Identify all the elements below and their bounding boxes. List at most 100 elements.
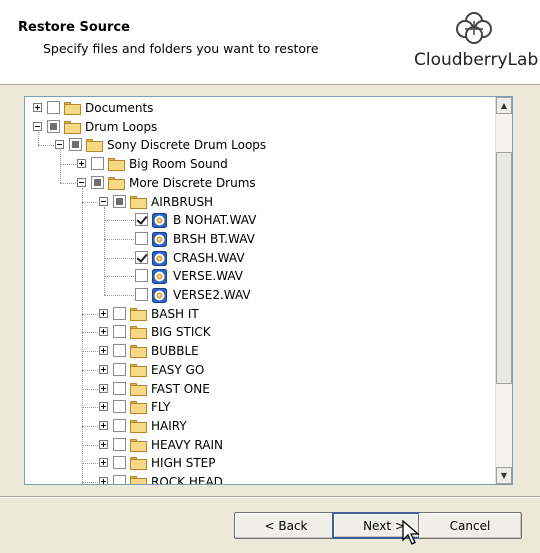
tree-row[interactable]: AIRBRUSH bbox=[25, 193, 496, 211]
tree-row[interactable]: HAIRY bbox=[25, 417, 496, 435]
tree-connector-line bbox=[104, 257, 134, 259]
item-checkbox[interactable] bbox=[113, 437, 126, 451]
expand-icon[interactable] bbox=[33, 103, 42, 112]
vertical-scrollbar[interactable]: ▲ ▼ bbox=[495, 97, 512, 484]
tree-item-label: CRASH.WAV bbox=[173, 250, 245, 265]
expand-icon[interactable] bbox=[99, 383, 108, 393]
tree-row[interactable]: CRASH.WAV bbox=[25, 249, 496, 267]
tree-row[interactable]: VERSE2.WAV bbox=[25, 286, 496, 304]
folder-icon bbox=[130, 457, 147, 471]
folder-icon bbox=[130, 419, 147, 433]
tree-row[interactable]: ROCK HEAD bbox=[25, 473, 496, 484]
tree-row[interactable]: More Discrete Drums bbox=[25, 174, 496, 192]
item-checkbox[interactable] bbox=[91, 175, 104, 189]
item-checkbox[interactable] bbox=[113, 418, 126, 432]
item-checkbox[interactable] bbox=[47, 101, 60, 114]
audio-file-icon bbox=[152, 213, 167, 229]
item-checkbox[interactable] bbox=[47, 119, 60, 133]
logo-text: CloudberryLab bbox=[414, 50, 539, 70]
expand-icon[interactable] bbox=[99, 308, 108, 318]
audio-file-icon bbox=[152, 250, 167, 266]
item-checkbox[interactable] bbox=[113, 344, 126, 358]
expand-icon[interactable] bbox=[99, 402, 108, 412]
folder-icon bbox=[86, 139, 103, 153]
collapse-icon[interactable] bbox=[77, 177, 86, 187]
collapse-icon[interactable] bbox=[99, 196, 108, 206]
tree-row[interactable]: FAST ONE bbox=[25, 380, 496, 398]
tree-row[interactable]: Sony Discrete Drum Loops bbox=[25, 136, 496, 154]
folder-icon bbox=[130, 438, 147, 452]
expand-icon[interactable] bbox=[99, 458, 108, 468]
tree-row[interactable]: FLY bbox=[25, 398, 496, 416]
restore-tree-panel: Documents Drum Loops Sony Discrete Drum Lo… bbox=[24, 96, 513, 485]
folder-icon bbox=[64, 120, 81, 134]
tree-row[interactable]: BASH IT bbox=[25, 305, 496, 323]
item-checkbox[interactable] bbox=[113, 381, 126, 395]
folder-icon bbox=[130, 307, 147, 321]
tree-connector-line bbox=[104, 238, 134, 240]
tree-item-label: VERSE.WAV bbox=[173, 269, 244, 284]
page-subtitle: Specify files and folders you want to re… bbox=[43, 41, 319, 56]
tree-row[interactable]: Big Room Sound bbox=[25, 155, 496, 173]
item-checkbox[interactable] bbox=[135, 231, 148, 245]
cloud-logo-icon bbox=[456, 12, 492, 44]
scroll-thumb[interactable] bbox=[496, 152, 512, 384]
expand-icon[interactable] bbox=[99, 477, 108, 484]
folder-icon bbox=[108, 176, 125, 190]
item-checkbox[interactable] bbox=[113, 306, 126, 320]
tree-item-label: BASH IT bbox=[151, 306, 199, 321]
folder-icon bbox=[130, 345, 147, 359]
tree-item-label: Sony Discrete Drum Loops bbox=[107, 138, 267, 153]
collapse-icon[interactable] bbox=[55, 140, 64, 150]
audio-file-icon bbox=[152, 269, 167, 285]
tree-item-label: BRSH BT.WAV bbox=[173, 231, 255, 246]
expand-icon[interactable] bbox=[99, 346, 108, 356]
item-checkbox[interactable] bbox=[113, 475, 126, 484]
tree-row[interactable]: BUBBLE bbox=[25, 342, 496, 360]
tree-row[interactable]: HIGH STEP bbox=[25, 454, 496, 472]
tree-item-label: More Discrete Drums bbox=[129, 175, 256, 190]
file-tree: Documents Drum Loops Sony Discrete Drum Lo… bbox=[25, 97, 496, 484]
wizard-header: Restore Source Specify files and folders… bbox=[0, 0, 540, 85]
tree-item-label: VERSE2.WAV bbox=[173, 288, 251, 302]
tree-row[interactable]: BIG STICK bbox=[25, 323, 496, 341]
item-checkbox[interactable] bbox=[91, 157, 104, 171]
tree-item-label: HEAVY RAIN bbox=[151, 437, 223, 452]
back-button[interactable]: < Back bbox=[234, 512, 338, 539]
expand-icon[interactable] bbox=[99, 420, 108, 430]
expand-icon[interactable] bbox=[99, 439, 108, 449]
expand-icon[interactable] bbox=[77, 159, 86, 169]
tree-row[interactable]: VERSE.WAV bbox=[25, 267, 496, 285]
item-checkbox[interactable] bbox=[135, 269, 148, 283]
tree-item-label: BIG STICK bbox=[151, 325, 211, 340]
tree-row[interactable]: Drum Loops bbox=[25, 118, 496, 136]
tree-row[interactable]: B NOHAT.WAV bbox=[25, 211, 496, 229]
expand-icon[interactable] bbox=[99, 364, 108, 374]
item-checkbox[interactable] bbox=[113, 456, 126, 470]
folder-icon bbox=[130, 382, 147, 396]
scroll-down-button[interactable]: ▼ bbox=[496, 467, 512, 484]
tree-item-label: FLY bbox=[151, 400, 171, 415]
item-checkbox[interactable] bbox=[135, 288, 148, 301]
item-checkbox[interactable] bbox=[113, 362, 126, 376]
tree-row[interactable]: EASY GO bbox=[25, 361, 496, 379]
item-checkbox[interactable] bbox=[113, 400, 126, 414]
footer-divider bbox=[0, 496, 540, 498]
item-checkbox[interactable] bbox=[135, 250, 148, 264]
tree-row[interactable]: HEAVY RAIN bbox=[25, 436, 496, 454]
folder-icon bbox=[108, 158, 125, 172]
audio-file-icon bbox=[152, 231, 167, 247]
collapse-icon[interactable] bbox=[33, 121, 42, 131]
item-checkbox[interactable] bbox=[113, 325, 126, 339]
tree-item-label: HAIRY bbox=[151, 418, 187, 433]
scroll-up-button[interactable]: ▲ bbox=[496, 97, 512, 114]
item-checkbox[interactable] bbox=[135, 213, 148, 227]
expand-icon[interactable] bbox=[99, 327, 108, 337]
tree-item-label: Documents bbox=[85, 101, 154, 115]
tree-row[interactable]: BRSH BT.WAV bbox=[25, 230, 496, 248]
item-checkbox[interactable] bbox=[69, 138, 82, 152]
cancel-button[interactable]: Cancel bbox=[418, 512, 522, 539]
item-checkbox[interactable] bbox=[113, 194, 126, 208]
tree-row[interactable]: Documents bbox=[25, 99, 496, 117]
tree-item-label: EASY GO bbox=[151, 362, 205, 377]
